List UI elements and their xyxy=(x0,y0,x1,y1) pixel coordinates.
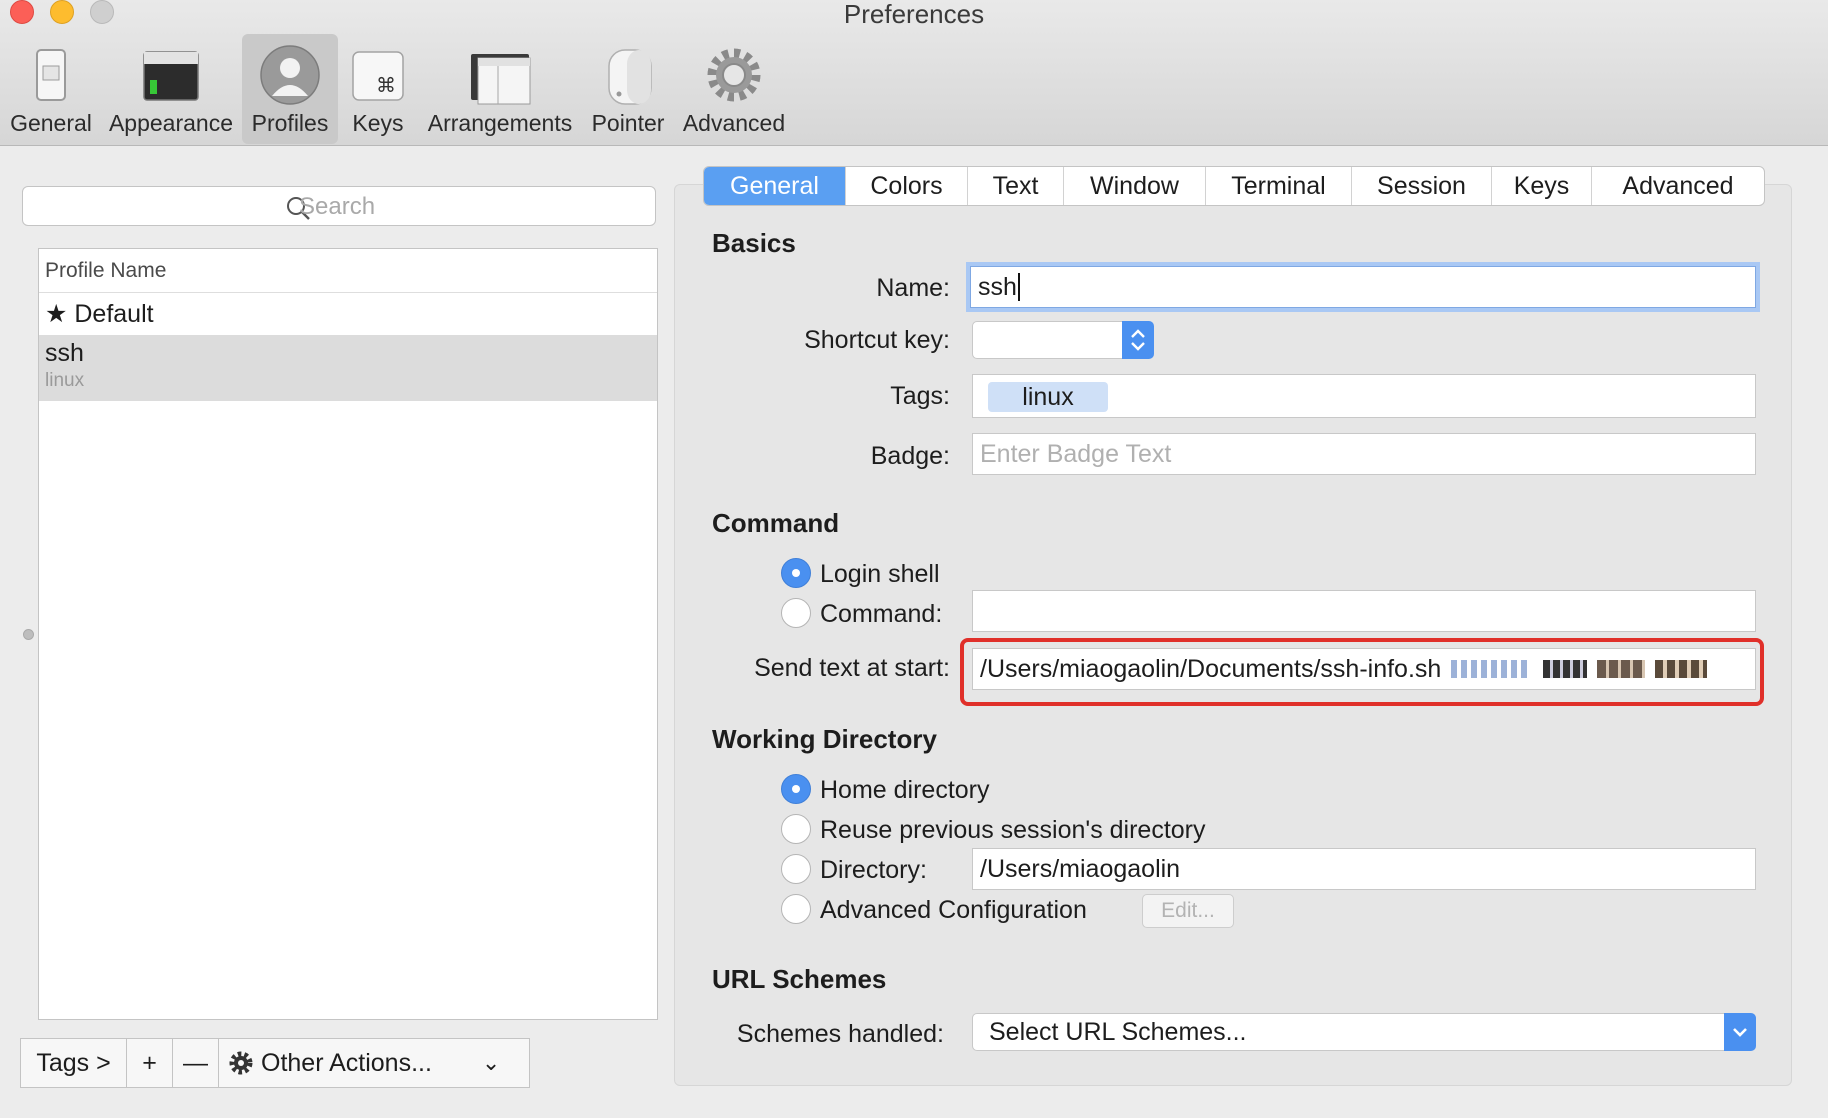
toolbar-profiles[interactable]: Profiles xyxy=(242,34,338,144)
login-shell-label: Login shell xyxy=(820,560,940,588)
tab-window[interactable]: Window xyxy=(1064,167,1206,205)
directory-input[interactable]: /Users/miaogaolin xyxy=(972,848,1756,890)
chevron-down-icon: ⌄ xyxy=(481,1050,501,1075)
login-shell-radio[interactable] xyxy=(781,558,811,588)
mouse-icon xyxy=(608,49,652,105)
profile-name: ssh xyxy=(45,339,84,367)
toolbar-advanced-label: Advanced xyxy=(682,110,786,136)
command-radio[interactable] xyxy=(781,598,811,628)
profile-row-default[interactable]: ★ Default xyxy=(39,293,657,335)
url-schemes-value: Select URL Schemes... xyxy=(989,1017,1247,1046)
toolbar-appearance-label: Appearance xyxy=(108,110,234,136)
profile-tag: linux xyxy=(45,370,85,391)
tab-terminal[interactable]: Terminal xyxy=(1206,167,1352,205)
badge-label: Badge: xyxy=(870,442,950,470)
profile-list: Profile Name ★ Default ssh linux xyxy=(38,248,658,1020)
tab-advanced[interactable]: Advanced xyxy=(1592,167,1764,205)
basics-heading: Basics xyxy=(712,228,796,258)
reuse-directory-label: Reuse previous session's directory xyxy=(820,816,1206,844)
home-directory-label: Home directory xyxy=(820,776,990,804)
toolbar-profiles-label: Profiles xyxy=(251,110,329,136)
tab-general[interactable]: General xyxy=(704,167,846,205)
command-input[interactable] xyxy=(972,590,1756,632)
profile-name-input[interactable]: ssh xyxy=(970,266,1756,308)
toolbar-appearance[interactable]: Appearance xyxy=(108,34,234,144)
directory-value: /Users/miaogaolin xyxy=(980,854,1181,883)
gear-icon xyxy=(229,1051,253,1075)
toolbar-keys[interactable]: ⌘ Keys xyxy=(344,34,412,144)
shortcut-key-select[interactable] xyxy=(972,321,1124,359)
command-key-icon: ⌘ xyxy=(352,51,404,101)
windows-arrangement-icon xyxy=(471,54,531,105)
window-toolbar: Preferences General Appearance Profiles … xyxy=(0,0,1828,146)
toolbar-pointer-label: Pointer xyxy=(591,110,665,136)
profile-settings-panel xyxy=(674,184,1792,1086)
tab-keys[interactable]: Keys xyxy=(1492,167,1592,205)
shortcut-key-label: Shortcut key: xyxy=(804,326,950,354)
tab-text[interactable]: Text xyxy=(968,167,1064,205)
other-actions-menu[interactable]: Other Actions... ⌄ xyxy=(219,1039,529,1087)
profile-name: ★ Default xyxy=(45,300,154,328)
working-directory-heading: Working Directory xyxy=(712,724,937,754)
badge-input[interactable]: Enter Badge Text xyxy=(972,433,1756,475)
annotation-highlight-box xyxy=(960,638,1764,706)
shortcut-key-stepper[interactable] xyxy=(1122,321,1154,359)
gear-icon xyxy=(707,48,761,102)
switch-icon xyxy=(36,49,66,101)
toolbar-arrangements-label: Arrangements xyxy=(427,110,573,136)
name-label: Name: xyxy=(876,274,950,302)
reuse-directory-radio[interactable] xyxy=(781,814,811,844)
other-actions-label: Other Actions... xyxy=(261,1048,432,1077)
toolbar-advanced[interactable]: Advanced xyxy=(680,34,788,144)
tags-label: Tags: xyxy=(890,382,950,410)
url-schemes-select[interactable]: Select URL Schemes... xyxy=(972,1013,1726,1051)
directory-label: Directory: xyxy=(820,856,927,884)
up-down-chevron-icon xyxy=(1131,329,1145,351)
user-silhouette-icon xyxy=(260,45,320,105)
command-heading: Command xyxy=(712,508,840,538)
badge-placeholder: Enter Badge Text xyxy=(980,439,1172,468)
tab-colors[interactable]: Colors xyxy=(846,167,968,205)
advanced-configuration-radio[interactable] xyxy=(781,894,811,924)
tag-chip-linux[interactable]: linux xyxy=(988,382,1108,412)
url-schemes-dropdown-button[interactable] xyxy=(1724,1013,1756,1051)
chevron-down-icon xyxy=(1733,1028,1747,1037)
profile-search-input[interactable]: Search xyxy=(22,186,656,226)
tags-toggle-button[interactable]: Tags > xyxy=(21,1039,127,1087)
toolbar-arrangements[interactable]: Arrangements xyxy=(424,34,576,144)
add-profile-button[interactable]: + xyxy=(127,1039,173,1087)
toolbar-pointer[interactable]: Pointer xyxy=(588,34,668,144)
split-view-handle[interactable] xyxy=(23,629,34,640)
command-label: Command: xyxy=(820,600,943,628)
advanced-configuration-label: Advanced Configuration xyxy=(820,896,1087,924)
profile-row-ssh[interactable]: ssh linux xyxy=(39,335,657,401)
toolbar-keys-label: Keys xyxy=(352,110,404,136)
text-cursor xyxy=(1017,273,1020,301)
toolbar-general-label: General xyxy=(10,110,92,136)
home-directory-radio[interactable] xyxy=(781,774,811,804)
profile-name-column-header[interactable]: Profile Name xyxy=(39,249,657,293)
edit-advanced-directory-button[interactable]: Edit... xyxy=(1142,894,1234,928)
send-text-label: Send text at start: xyxy=(754,654,950,682)
profile-settings-tabs: General Colors Text Window Terminal Sess… xyxy=(703,166,1765,206)
directory-radio[interactable] xyxy=(781,854,811,884)
schemes-handled-label: Schemes handled: xyxy=(736,1020,944,1048)
url-schemes-heading: URL Schemes xyxy=(712,964,887,994)
toolbar-general[interactable]: General xyxy=(6,34,96,144)
terminal-window-icon xyxy=(143,51,199,101)
profile-actions-bar: Tags > + — Other Actions... ⌄ xyxy=(20,1038,530,1088)
remove-profile-button[interactable]: — xyxy=(173,1039,219,1087)
search-placeholder: Search xyxy=(299,193,376,220)
profile-name-value: ssh xyxy=(978,272,1017,301)
svg-text:⌘: ⌘ xyxy=(376,73,396,97)
tab-session[interactable]: Session xyxy=(1352,167,1492,205)
window-title: Preferences xyxy=(843,0,985,29)
